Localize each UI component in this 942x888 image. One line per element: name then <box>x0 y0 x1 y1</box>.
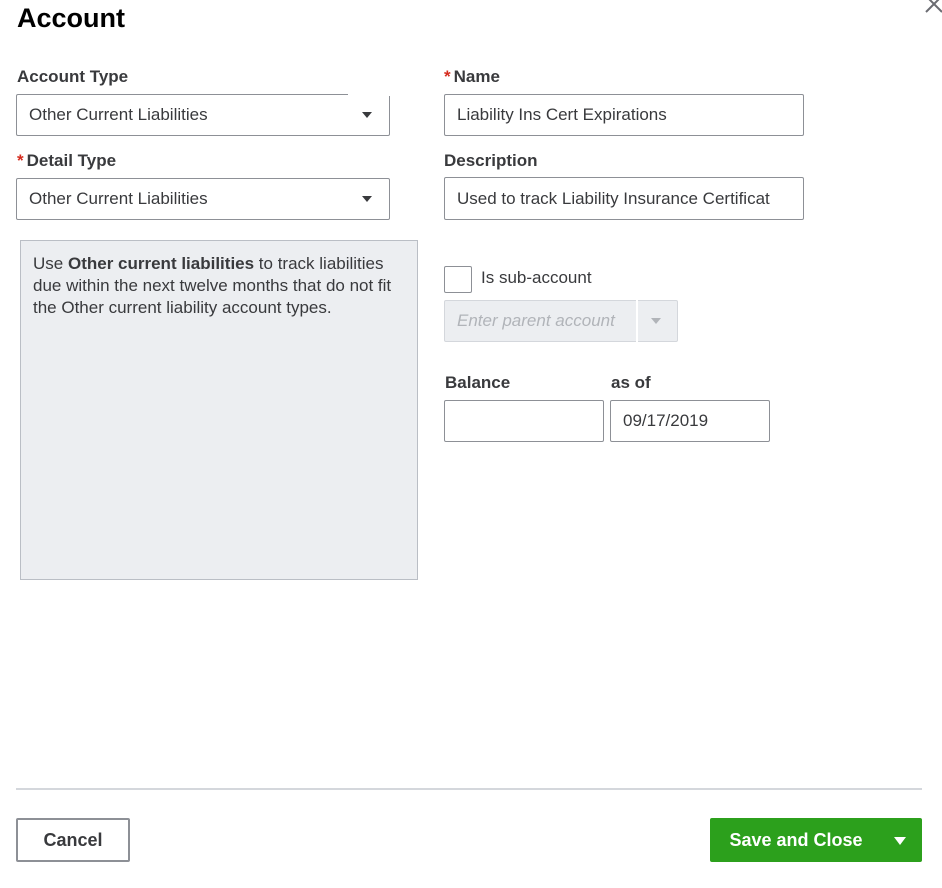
as-of-label: as of <box>611 373 651 392</box>
cancel-button[interactable]: Cancel <box>16 818 130 862</box>
name-input[interactable]: Liability Ins Cert Expirations <box>444 94 804 136</box>
account-type-value: Other Current Liabilities <box>29 105 208 124</box>
save-and-close-label: Save and Close <box>729 829 863 850</box>
detail-type-label: * Detail Type <box>17 151 117 170</box>
detail-type-select[interactable]: Other Current Liabilities <box>16 178 390 220</box>
parent-account-select[interactable]: Enter parent account <box>444 300 678 342</box>
detail-type-help-panel: Use Other current liabilities to track l… <box>20 240 418 580</box>
save-options-dropdown[interactable] <box>878 818 922 862</box>
help-text-prefix: Use <box>33 254 68 273</box>
chevron-down-icon <box>362 112 372 118</box>
balance-label: Balance <box>445 373 511 392</box>
sub-account-label: Is sub-account <box>481 268 592 287</box>
account-type-label: Account Type <box>17 67 129 86</box>
account-type-select[interactable]: Other Current Liabilities <box>16 94 390 136</box>
close-icon[interactable] <box>922 0 942 16</box>
required-marker: * <box>17 151 24 170</box>
select-divider <box>636 300 638 342</box>
as-of-value: 09/17/2019 <box>623 411 709 430</box>
chevron-down-icon <box>651 318 661 324</box>
description-label: Description <box>444 151 538 170</box>
sub-account-checkbox[interactable] <box>444 266 472 293</box>
detail-type-value: Other Current Liabilities <box>29 189 208 208</box>
chevron-down-icon <box>362 196 372 202</box>
chevron-down-icon <box>894 837 906 845</box>
select-edge-notch <box>348 90 392 96</box>
name-label: * Name <box>444 67 500 86</box>
balance-input[interactable] <box>444 400 604 442</box>
description-value: Used to track Liability Insurance Certif… <box>457 188 770 208</box>
help-text-bold: Other current liabilities <box>67 254 255 273</box>
dialog-title: Account <box>17 3 125 33</box>
save-and-close-button[interactable]: Save and Close <box>710 818 922 862</box>
description-input[interactable]: Used to track Liability Insurance Certif… <box>444 177 804 220</box>
account-dialog: Account Account Type Other Current Liabi… <box>0 0 942 888</box>
name-value: Liability Ins Cert Expirations <box>457 105 667 124</box>
parent-account-placeholder: Enter parent account <box>457 311 615 330</box>
as-of-date-input[interactable]: 09/17/2019 <box>610 400 770 442</box>
footer-divider <box>16 788 922 790</box>
required-marker: * <box>444 67 451 86</box>
